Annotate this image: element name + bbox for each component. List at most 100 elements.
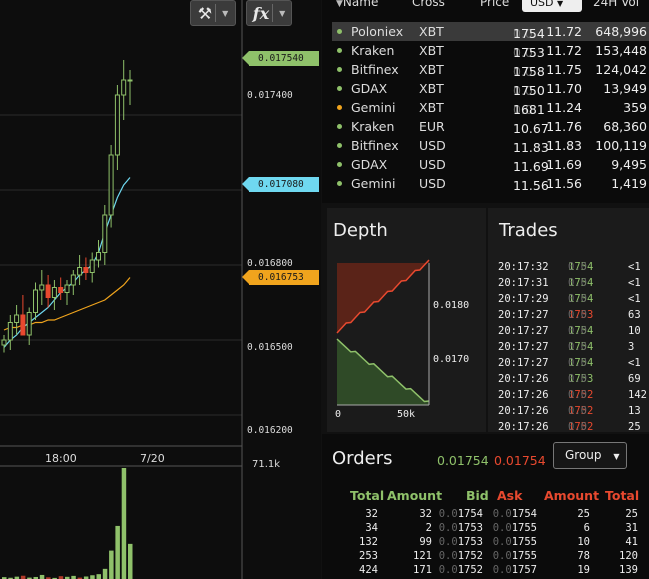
price-prefix: 0.0 [492,508,512,520]
candle-body [1,339,7,346]
usd-price: 11.72 [546,24,582,39]
volume-max-label: 71.1k [252,459,281,470]
order-total: 34 [365,522,378,534]
price-prefix: 0.0 [568,341,587,353]
cross-currency: XBT [419,100,444,115]
order-row[interactable]: 34 2 6 31 0.01753 0.01755 [322,522,649,536]
name-header[interactable]: ▼Name [336,0,378,9]
depth-panel: Depth 0.0180 0.0170 0 50k [327,208,486,432]
usd-price: 11.76 [546,119,582,134]
market-row[interactable]: Bitfinex XBT 0.0 1758 11.75 124,042 [332,60,649,79]
trade-price: 0.0 1754 [568,277,593,289]
trade-time: 20:17:27 [498,325,549,337]
price-prefix: 0.0 [568,373,587,385]
order-ask-total: 31 [625,522,638,534]
price-value: 1752 [457,564,483,576]
price-value: 1753 [457,536,483,548]
candle-body [108,154,114,216]
y-tick-label: 0.016800 [247,258,293,269]
market-row[interactable]: GDAX XBT 0.0 1750 11.70 13,949 [332,79,649,98]
currency-select[interactable]: USD ▼ [522,0,582,12]
market-row[interactable]: Kraken XBT 0.0 1753 11.72 153,448 [332,41,649,60]
trade-row: 20:17:27 0.0 1754 3 [498,341,649,357]
order-row[interactable]: 32 32 25 25 0.01754 0.01754 [322,508,649,522]
order-row[interactable]: 253 121 78 120 0.01752 0.01755 [322,550,649,564]
price-value: 1757 [511,564,537,576]
group-dropdown[interactable]: Group ▼ [553,442,627,469]
trade-amount: <1 [628,293,641,305]
order-ask-amount: 10 [577,536,590,548]
status-dot [337,105,342,110]
volume-24h: 124,042 [595,62,647,77]
volume-24h: 153,448 [595,43,647,58]
candle-body [102,214,108,253]
trade-row: 20:17:29 0.0 1754 <1 [498,293,649,309]
market-row[interactable]: Bitfinex USD 11.83 11.83 100,119 [332,136,649,155]
trade-price: 0.0 1754 [568,357,593,369]
price-prefix: 0.0 [438,508,458,520]
status-dot [337,124,342,129]
trade-row: 20:17:27 0.0 1754 10 [498,325,649,341]
candle-body [51,287,57,298]
trade-amount: 69 [628,373,641,385]
market-row[interactable]: Poloniex XBT 0.0 1754 11.72 648,996 [332,22,649,41]
order-total: 253 [359,550,378,562]
candle-body [121,79,127,96]
volume-header[interactable]: 24H Vol [593,0,639,9]
trade-amount: 13 [628,405,641,417]
exchange-name: Bitfinex [351,138,399,153]
best-bid: 0.01754 [437,453,489,468]
exchange-name: GDAX [351,81,388,96]
candle-body [7,322,13,341]
ma-fast-price-tag: 0.017080 [242,177,319,192]
order-ask-price: 0.01755 [489,550,537,562]
order-amount: 2 [425,522,432,534]
market-row[interactable]: GDAX USD 11.69 11.69 9,495 [332,155,649,174]
trade-price: 0.0 1753 [568,373,593,385]
y-tick-label: 0.016500 [247,342,293,353]
trade-amount: 63 [628,309,641,321]
order-row[interactable]: 132 99 10 41 0.01753 0.01755 [322,536,649,550]
trade-time: 20:17:29 [498,293,549,305]
price-header[interactable]: Price [480,0,509,9]
price-value: 1752 [457,550,483,562]
price-prefix: 0.0 [438,522,458,534]
candle-body [45,284,51,298]
trade-time: 20:17:31 [498,277,549,289]
price-prefix: 0.0 [568,325,587,337]
y-tick-label: 0.016200 [247,425,293,436]
cross-currency: XBT [419,43,444,58]
trade-price: 0.0 1754 [568,341,593,353]
price-value: 1753 [457,522,483,534]
status-dot [337,48,342,53]
exchange-name: Gemini [351,176,396,191]
price-prefix: 0.0 [438,536,458,548]
price-value: 1755 [511,522,537,534]
trade-amount: 142 [628,389,647,401]
market-row[interactable]: Gemini USD 11.56 11.56 1,419 [332,174,649,193]
candle-body [89,259,95,273]
cross-currency: XBT [419,81,444,96]
volume-24h: 68,360 [603,119,647,134]
order-total: 32 [365,508,378,520]
exchange-name: Gemini [351,100,396,115]
price-axis: 0.017400 0.016800 0.016500 0.016200 0.01… [242,0,321,465]
order-row[interactable]: 424 171 19 139 0.01752 0.01757 [322,564,649,578]
order-ask-price: 0.01757 [489,564,537,576]
order-ask-amount: 6 [583,522,590,534]
status-dot [337,181,342,186]
volume-24h: 359 [623,100,647,115]
depth-chart[interactable] [327,208,486,432]
chart-panel[interactable]: ⚒ ▼ fx ▼ 0.017400 0.016800 0.016500 0.01… [0,0,321,579]
best-ask: 0.01754 [494,453,546,468]
depth-y-label: 0.0170 [433,354,470,365]
order-ask-price: 0.01755 [489,522,537,534]
time-label: 7/20 [140,452,165,465]
market-row[interactable]: Kraken EUR 10.67 11.76 68,360 [332,117,649,136]
order-bid-price: 0.01754 [435,508,483,520]
trade-price: 0.0 1754 [568,261,593,273]
market-row[interactable]: Gemini XBT 0.0 1681 11.24 359 [332,98,649,117]
cross-header[interactable]: Cross [412,0,445,9]
price-value: 1754 [457,508,483,520]
price-prefix: 0.0 [568,357,587,369]
